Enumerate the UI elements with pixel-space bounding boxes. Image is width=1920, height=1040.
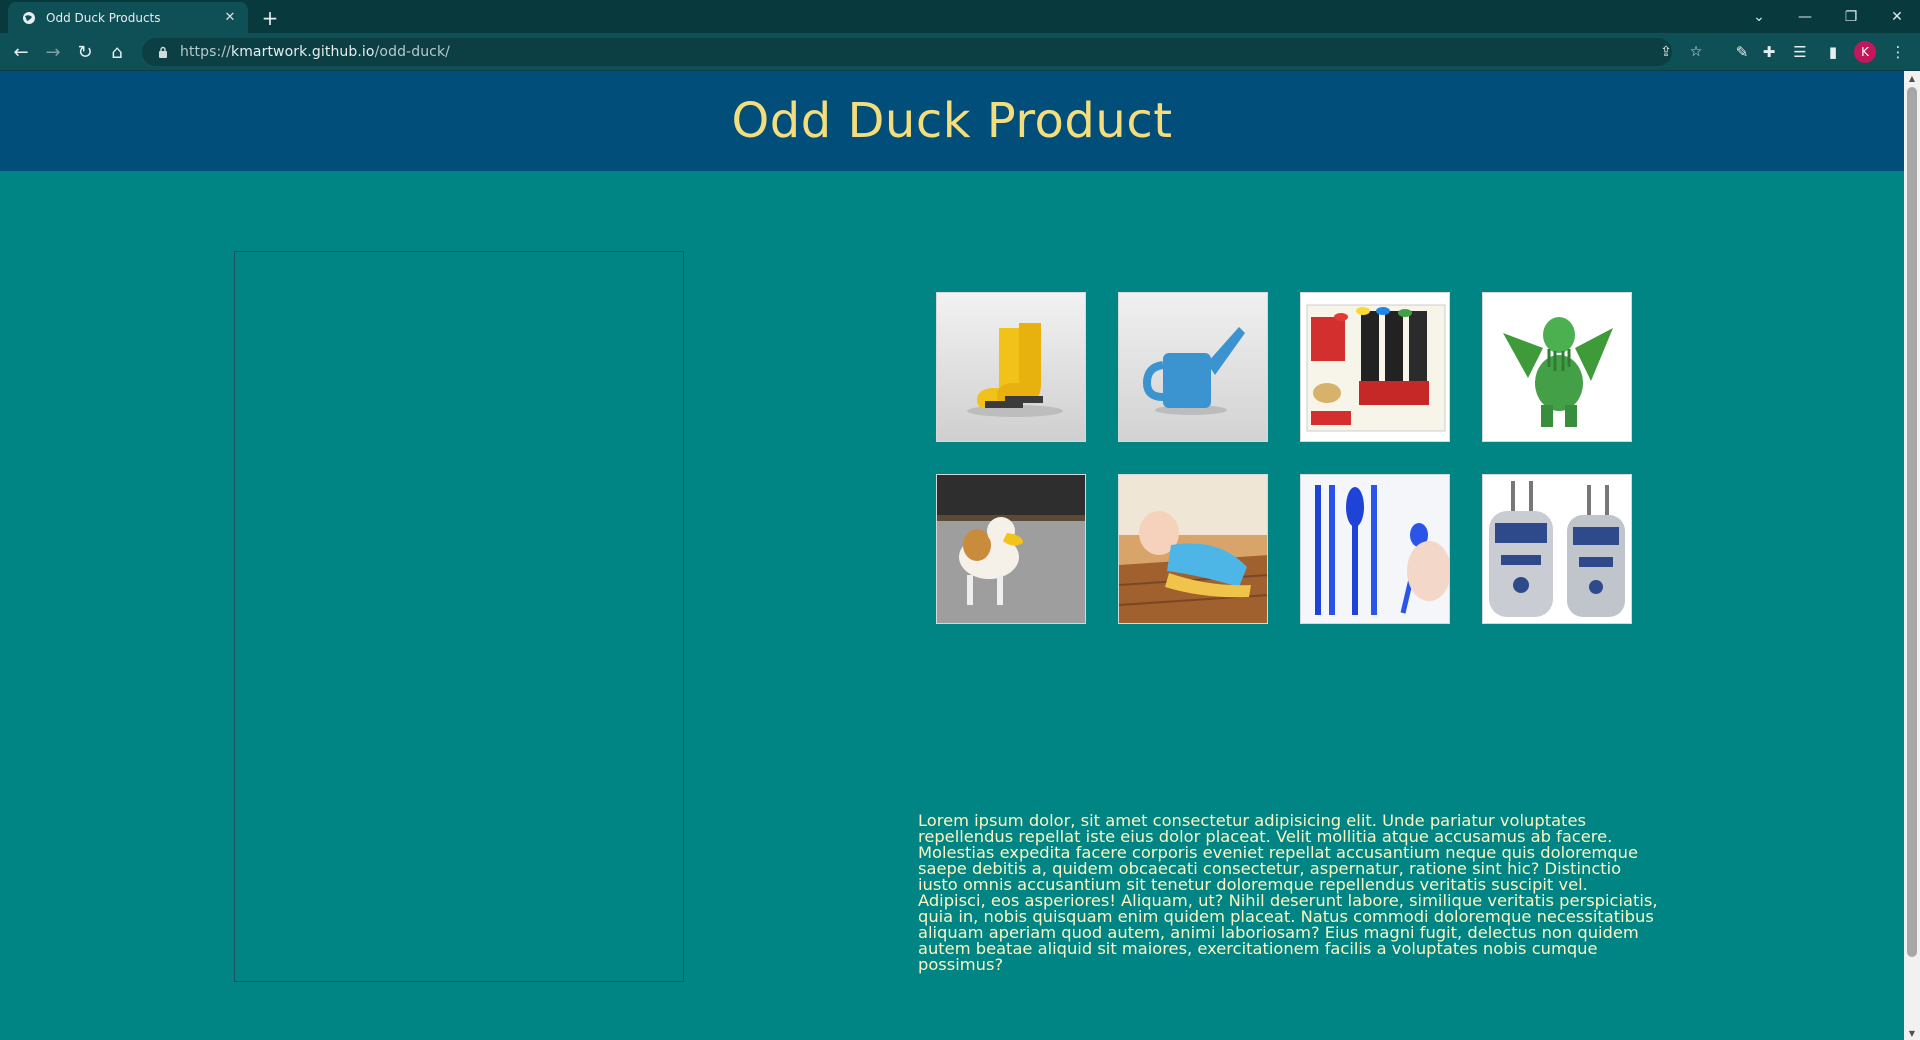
blue-utensils-image[interactable]	[1300, 474, 1450, 624]
browser-menu-icon[interactable]: ⋮	[1886, 40, 1910, 64]
url-text: https://kmartwork.github.io/odd-duck/	[180, 44, 450, 60]
back-button[interactable]: ←	[9, 40, 33, 64]
scrollbar-thumb[interactable]	[1907, 87, 1917, 957]
page-title: Odd Duck Product	[731, 93, 1173, 149]
reload-button[interactable]: ↻	[73, 40, 97, 64]
forward-button[interactable]: →	[41, 40, 65, 64]
product-grid	[936, 292, 1636, 632]
browser-tab[interactable]: Odd Duck Products ✕	[8, 2, 248, 33]
share-icon[interactable]: ⇪	[1654, 38, 1678, 66]
scroll-down-arrow-icon[interactable]: ▼	[1904, 1026, 1920, 1040]
results-chart-area	[234, 251, 684, 982]
baby-sweeper-image[interactable]	[1118, 474, 1268, 624]
boots-image[interactable]	[936, 292, 1086, 442]
tab-search-icon[interactable]: ⌄	[1736, 0, 1782, 33]
extension-pen-icon[interactable]: ✎	[1730, 40, 1754, 64]
globe-icon	[22, 11, 36, 25]
address-bar[interactable]: https://kmartwork.github.io/odd-duck/	[142, 38, 1672, 66]
page-header: Odd Duck Product	[0, 71, 1904, 171]
browser-toolbar: ← → ↻ ⌂ https://kmartwork.github.io/odd-…	[0, 33, 1920, 71]
browser-tab-bar: Odd Duck Products ✕ + ⌄ — ❐ ✕	[0, 0, 1920, 33]
reading-list-icon[interactable]: ☰	[1788, 40, 1812, 64]
pet-sweep-image[interactable]	[1300, 292, 1450, 442]
profile-avatar[interactable]: K	[1854, 41, 1876, 63]
side-panel-icon[interactable]: ▮	[1821, 40, 1845, 64]
restore-button[interactable]: ❐	[1828, 0, 1874, 33]
close-window-button[interactable]: ✕	[1874, 0, 1920, 33]
minimize-button[interactable]: —	[1782, 0, 1828, 33]
lock-icon	[156, 45, 170, 59]
product-description: Lorem ipsum dolor, sit amet consectetur …	[918, 811, 1658, 974]
page-scrollbar[interactable]: ▲ ▼	[1904, 71, 1920, 1040]
cthulhu-figure-image[interactable]	[1482, 292, 1632, 442]
close-tab-icon[interactable]: ✕	[222, 10, 238, 26]
home-button[interactable]: ⌂	[105, 40, 129, 64]
tab-title: Odd Duck Products	[46, 10, 161, 25]
scroll-up-arrow-icon[interactable]: ▲	[1904, 71, 1920, 85]
watering-can-mug-image[interactable]	[1118, 292, 1268, 442]
extensions-puzzle-icon[interactable]: ✚	[1757, 40, 1781, 64]
bookmark-star-icon[interactable]: ☆	[1684, 38, 1708, 66]
new-tab-button[interactable]: +	[258, 6, 282, 30]
page-viewport: Odd Duck Product Lorem ipsum dolor, sit …	[0, 71, 1904, 1040]
r2d2-luggage-image[interactable]	[1482, 474, 1632, 624]
dog-duck-bill-image[interactable]	[936, 474, 1086, 624]
